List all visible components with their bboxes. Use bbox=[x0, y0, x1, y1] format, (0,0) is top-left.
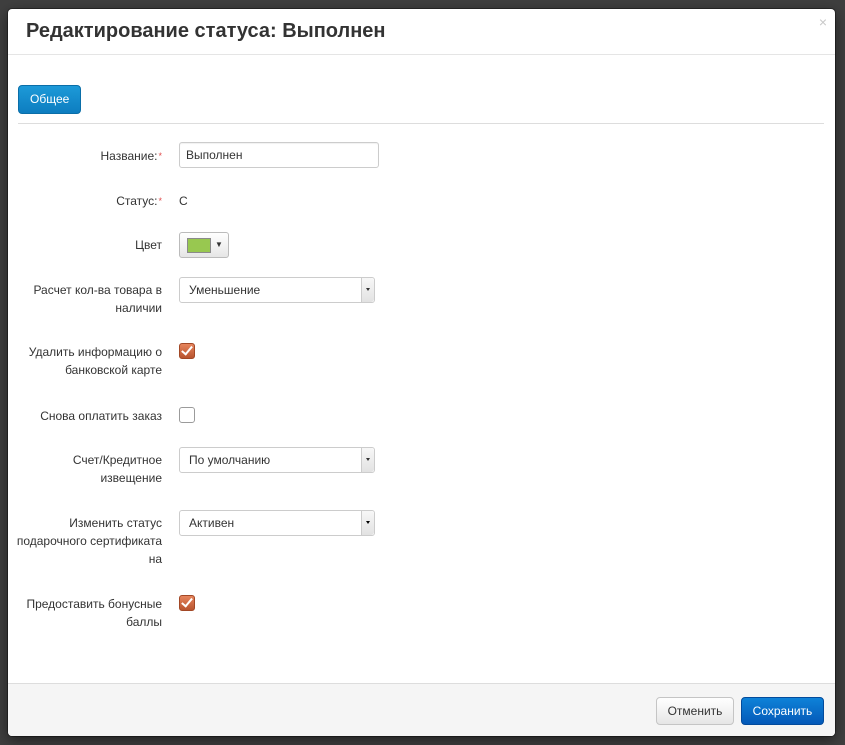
status-value: C bbox=[179, 194, 188, 208]
check-icon bbox=[181, 595, 193, 608]
dialog-footer: Отменить Сохранить bbox=[8, 683, 835, 736]
invoice-label: Счет/Кредитное извещение bbox=[72, 453, 162, 485]
name-input[interactable]: Выполнен bbox=[179, 142, 379, 168]
remove-card-info-checkbox[interactable] bbox=[179, 343, 195, 359]
gift-cert-status-value: Активен bbox=[189, 516, 235, 530]
stock-calc-select[interactable]: Уменьшение bbox=[179, 277, 375, 303]
close-icon[interactable]: × bbox=[819, 15, 827, 29]
bonus-points-checkbox[interactable] bbox=[179, 595, 195, 611]
required-mark: * bbox=[158, 196, 162, 206]
dropdown-arrow-icon bbox=[361, 511, 374, 535]
cancel-button[interactable]: Отменить bbox=[656, 697, 734, 725]
name-label: Название:* bbox=[100, 149, 162, 163]
gift-cert-status-select[interactable]: Активен bbox=[179, 510, 375, 536]
pay-again-checkbox[interactable] bbox=[179, 407, 195, 423]
status-label: Статус:* bbox=[116, 194, 162, 208]
pay-again-label: Снова оплатить заказ bbox=[40, 409, 162, 423]
gift-cert-status-label: Изменить статус подарочного сертификата … bbox=[16, 516, 162, 566]
save-button[interactable]: Сохранить bbox=[741, 697, 824, 725]
dialog-title: Редактирование статуса: Выполнен bbox=[26, 20, 386, 42]
tab-general[interactable]: Общее bbox=[18, 85, 82, 114]
color-swatch bbox=[187, 238, 211, 253]
color-picker[interactable]: ▼ bbox=[179, 232, 229, 258]
tab-bar: Общее bbox=[18, 85, 824, 124]
check-icon bbox=[181, 343, 193, 356]
caret-down-icon: ▼ bbox=[215, 240, 223, 249]
color-label: Цвет bbox=[135, 238, 162, 252]
dialog-header: Редактирование статуса: Выполнен × bbox=[8, 9, 835, 55]
bonus-points-label: Предоставить бонусные баллы bbox=[26, 597, 162, 629]
required-mark: * bbox=[158, 151, 162, 161]
edit-status-dialog: Редактирование статуса: Выполнен × Общее… bbox=[8, 9, 835, 736]
stock-calc-value: Уменьшение bbox=[189, 283, 261, 297]
dropdown-arrow-icon bbox=[361, 448, 374, 472]
invoice-value: По умолчанию bbox=[189, 453, 271, 467]
stock-calc-label: Расчет кол-ва товара в наличии bbox=[33, 283, 162, 315]
invoice-select[interactable]: По умолчанию bbox=[179, 447, 375, 473]
remove-card-info-label: Удалить информацию о банковской карте bbox=[28, 345, 162, 377]
dropdown-arrow-icon bbox=[361, 278, 374, 302]
